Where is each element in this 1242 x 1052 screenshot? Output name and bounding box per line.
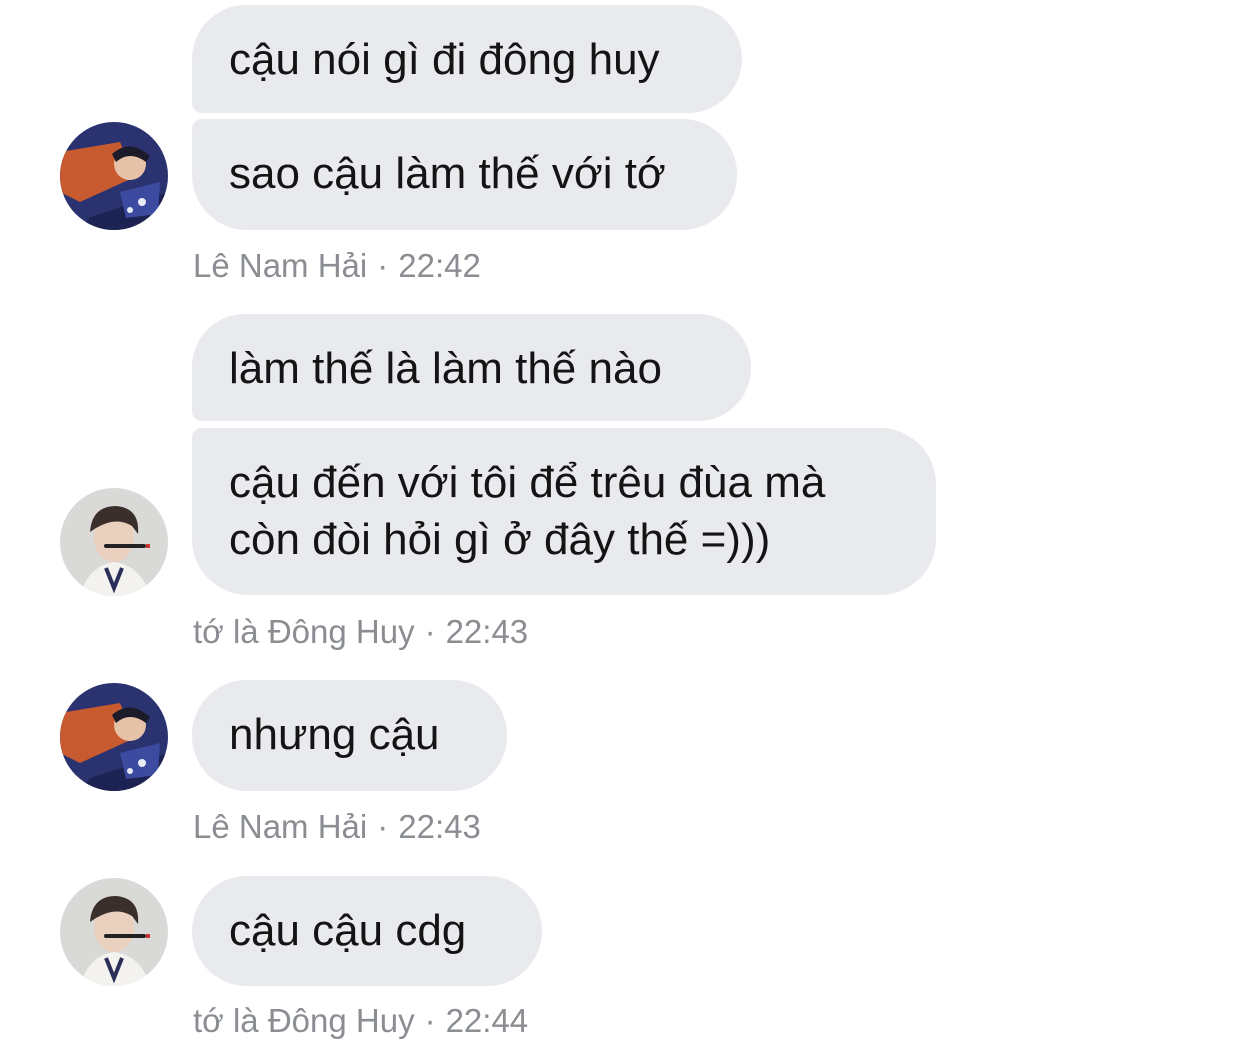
message-bubble[interactable]: cậu nói gì đi đông huy <box>192 5 742 113</box>
message-meta: tớ là Đông Huy · 22:43 <box>193 612 528 652</box>
profile-photo-icon <box>60 683 168 791</box>
separator-dot: · <box>377 247 389 284</box>
profile-photo-icon <box>60 488 168 596</box>
sender-name: Lê Nam Hải <box>193 247 368 284</box>
timestamp: 22:42 <box>398 247 481 284</box>
sender-name: tớ là Đông Huy <box>193 1002 415 1039</box>
message-meta: Lê Nam Hải · 22:42 <box>193 246 481 286</box>
message-bubble[interactable]: sao cậu làm thế với tớ <box>192 119 737 230</box>
avatar-dong-huy[interactable] <box>60 878 168 986</box>
timestamp: 22:44 <box>445 1002 529 1039</box>
sender-name: Lê Nam Hải <box>193 808 368 845</box>
avatar-le-nam-hai[interactable] <box>60 122 168 230</box>
timestamp: 22:43 <box>445 613 529 650</box>
timestamp: 22:43 <box>398 808 481 845</box>
profile-photo-icon <box>60 122 168 230</box>
separator-dot: · <box>424 1002 436 1039</box>
message-bubble[interactable]: nhưng cậu <box>192 680 507 791</box>
profile-photo-icon <box>60 878 168 986</box>
message-bubble[interactable]: làm thế là làm thế nào <box>192 314 751 421</box>
avatar-dong-huy[interactable] <box>60 488 168 596</box>
sender-name: tớ là Đông Huy <box>193 613 415 650</box>
avatar-le-nam-hai[interactable] <box>60 683 168 791</box>
separator-dot: · <box>424 613 436 650</box>
message-bubble[interactable]: cậu đến với tôi để trêu đùa mà còn đòi h… <box>192 428 936 595</box>
separator-dot: · <box>377 808 389 845</box>
message-bubble[interactable]: cậu cậu cdg <box>192 876 542 986</box>
message-meta: tớ là Đông Huy · 22:44 <box>193 1001 528 1041</box>
message-meta: Lê Nam Hải · 22:43 <box>193 807 481 847</box>
